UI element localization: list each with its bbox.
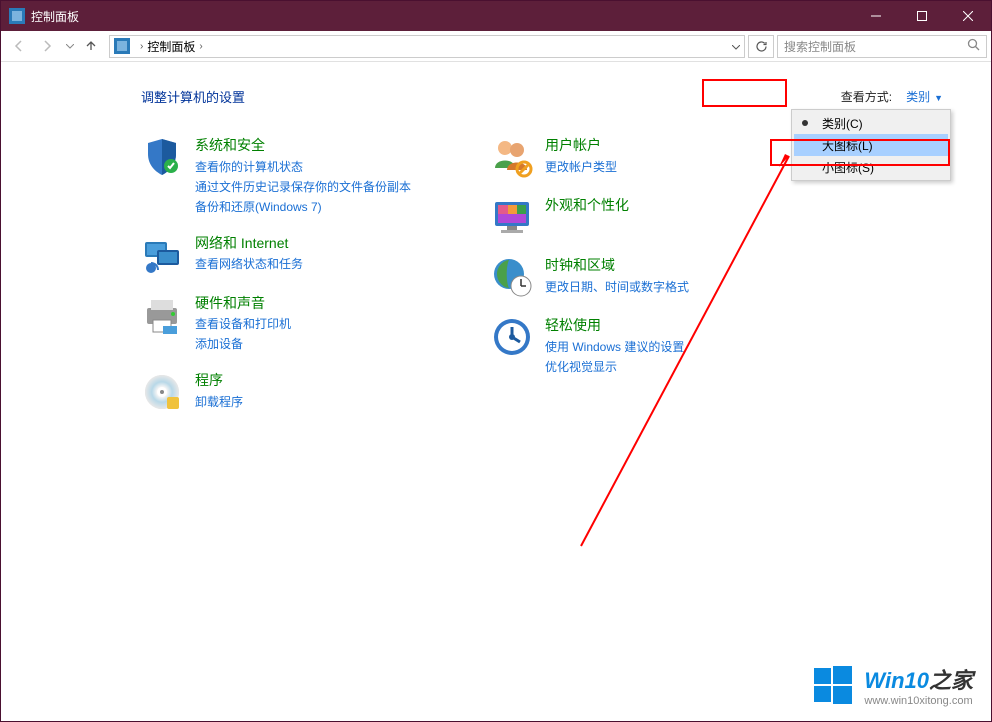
cat-title[interactable]: 轻松使用	[545, 316, 684, 336]
cat-title[interactable]: 系统和安全	[195, 136, 411, 156]
search-input[interactable]: 搜索控制面板	[777, 35, 987, 58]
watermark-url: www.win10xitong.com	[864, 695, 973, 707]
disc-icon	[141, 371, 183, 413]
window-title: 控制面板	[31, 8, 853, 25]
cat-title[interactable]: 程序	[195, 371, 243, 391]
printer-icon	[141, 294, 183, 336]
cat-link[interactable]: 优化视觉显示	[545, 358, 684, 376]
view-label: 查看方式:	[841, 88, 892, 105]
address-bar[interactable]: › 控制面板 ›	[109, 35, 745, 58]
close-button[interactable]	[945, 1, 991, 31]
monitor-icon	[491, 196, 533, 238]
cat-link[interactable]: 备份和还原(Windows 7)	[195, 198, 411, 216]
cat-link[interactable]: 查看设备和打印机	[195, 315, 291, 333]
cat-link[interactable]: 更改日期、时间或数字格式	[545, 278, 689, 296]
refresh-button[interactable]	[748, 35, 774, 58]
dropdown-item-small-icons[interactable]: 小图标(S)	[794, 156, 948, 178]
navbar: › 控制面板 › 搜索控制面板	[1, 31, 991, 62]
forward-button[interactable]	[33, 34, 61, 58]
cat-link[interactable]: 卸载程序	[195, 393, 243, 411]
watermark: Win10之家 www.win10xitong.com	[812, 663, 973, 707]
address-dropdown-icon[interactable]	[732, 39, 740, 53]
cat-link[interactable]: 通过文件历史记录保存你的文件备份副本	[195, 178, 411, 196]
cat-title[interactable]: 网络和 Internet	[195, 234, 303, 254]
category-system-security[interactable]: 系统和安全 查看你的计算机状态 通过文件历史记录保存你的文件备份副本 备份和还原…	[141, 136, 471, 216]
category-appearance[interactable]: 外观和个性化	[491, 196, 801, 238]
watermark-title: Win10之家	[864, 663, 973, 695]
cpl-icon	[114, 38, 130, 54]
cat-link[interactable]: 查看你的计算机状态	[195, 158, 411, 176]
globe-clock-icon	[491, 256, 533, 298]
up-button[interactable]	[79, 39, 103, 53]
history-dropdown[interactable]	[61, 44, 79, 49]
category-user-accounts[interactable]: 用户帐户 更改帐户类型	[491, 136, 801, 178]
chevron-right-icon: ›	[199, 41, 202, 52]
breadcrumb-item[interactable]: 控制面板	[147, 38, 195, 55]
cat-link[interactable]: 更改帐户类型	[545, 158, 617, 176]
maximize-button[interactable]	[899, 1, 945, 31]
chevron-right-icon: ›	[140, 41, 143, 52]
category-clock-region[interactable]: 时钟和区域 更改日期、时间或数字格式	[491, 256, 801, 298]
chevron-down-icon: ▼	[934, 93, 943, 103]
titlebar: 控制面板	[1, 1, 991, 31]
category-programs[interactable]: 程序 卸载程序	[141, 371, 471, 413]
category-network[interactable]: 网络和 Internet 查看网络状态和任务	[141, 234, 471, 276]
radio-dot-icon	[802, 120, 808, 126]
cat-title[interactable]: 外观和个性化	[545, 196, 629, 216]
search-placeholder: 搜索控制面板	[784, 38, 967, 55]
cat-link[interactable]: 使用 Windows 建议的设置	[545, 338, 684, 356]
minimize-button[interactable]	[853, 1, 899, 31]
view-dropdown-menu: 类别(C) 大图标(L) 小图标(S)	[791, 109, 951, 181]
cat-link[interactable]: 查看网络状态和任务	[195, 255, 303, 273]
dropdown-item-large-icons[interactable]: 大图标(L)	[794, 134, 948, 156]
category-hardware[interactable]: 硬件和声音 查看设备和打印机 添加设备	[141, 294, 471, 354]
windows-logo-icon	[812, 664, 854, 706]
back-button[interactable]	[5, 34, 33, 58]
network-icon	[141, 234, 183, 276]
cat-title[interactable]: 硬件和声音	[195, 294, 291, 314]
page-title: 调整计算机的设置	[141, 87, 245, 106]
access-icon	[491, 316, 533, 358]
search-icon	[967, 38, 980, 54]
cat-link[interactable]: 添加设备	[195, 335, 291, 353]
cat-title[interactable]: 用户帐户	[545, 136, 617, 156]
dropdown-item-category[interactable]: 类别(C)	[794, 112, 948, 134]
shield-icon	[141, 136, 183, 178]
cat-title[interactable]: 时钟和区域	[545, 256, 689, 276]
category-ease-of-access[interactable]: 轻松使用 使用 Windows 建议的设置 优化视觉显示	[491, 316, 801, 376]
users-icon	[491, 136, 533, 178]
cpl-icon	[9, 8, 25, 24]
view-dropdown[interactable]: 类别▼	[898, 85, 951, 108]
